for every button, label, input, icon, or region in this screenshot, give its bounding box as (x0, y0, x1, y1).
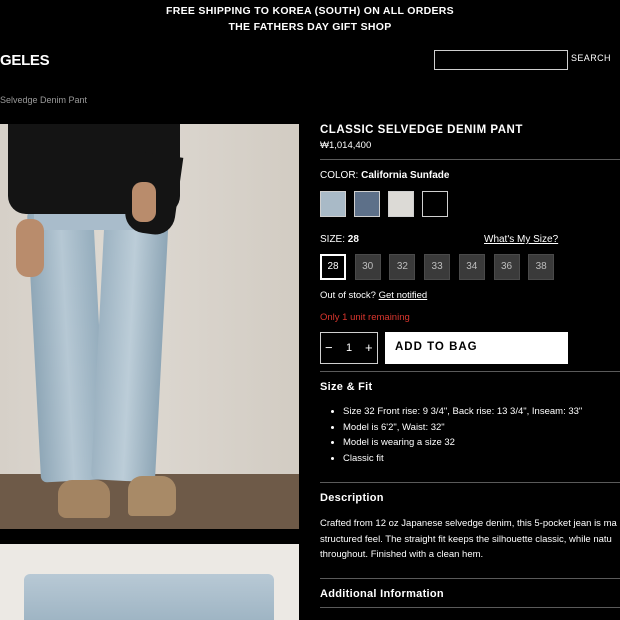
divider (320, 371, 620, 372)
color-swatch[interactable] (422, 191, 448, 217)
size-option-34[interactable]: 34 (458, 254, 485, 280)
quantity-increase-button[interactable]: + (365, 340, 373, 355)
size-guide-link[interactable]: What's My Size? (484, 234, 558, 245)
search-input[interactable] (434, 50, 568, 70)
size-option-32[interactable]: 32 (389, 254, 416, 280)
size-label: SIZE: 28 (320, 234, 359, 245)
size-option-30[interactable]: 30 (354, 254, 381, 280)
description-line: structured feel. The straight fit keeps … (320, 533, 612, 545)
divider (320, 578, 620, 579)
divider (320, 482, 620, 483)
size-fit-heading[interactable]: Size & Fit (320, 381, 373, 393)
breadcrumb[interactable]: Selvedge Denim Pant (0, 95, 87, 105)
size-option-36[interactable]: 36 (493, 254, 520, 280)
color-swatch[interactable] (320, 191, 346, 217)
list-item: Classic fit (343, 451, 582, 467)
jeans-right-leg (90, 207, 170, 483)
out-of-stock-text: Out of stock? (320, 290, 376, 301)
gift-shop-banner-link[interactable]: THE FATHERS DAY GIFT SHOP (0, 21, 620, 33)
folded-jeans (24, 574, 274, 620)
model-hand (16, 219, 44, 277)
search-button[interactable]: SEARCH (571, 53, 611, 63)
color-label: COLOR: California Sunfade (320, 170, 449, 181)
color-swatch[interactable] (388, 191, 414, 217)
add-to-bag-button[interactable]: ADD TO BAG (385, 332, 568, 364)
size-label-text: SIZE: (320, 234, 346, 245)
stock-warning: Only 1 unit remaining (320, 312, 410, 323)
size-option-38[interactable]: 38 (528, 254, 555, 280)
quantity-decrease-button[interactable]: − (325, 340, 333, 355)
description-line: throughout. Finished with a clean hem. (320, 549, 484, 560)
shipping-banner-text[interactable]: FREE SHIPPING TO KOREA (SOUTH) ON ALL OR… (0, 5, 620, 17)
description-text: Crafted from 12 oz Japanese selvedge den… (320, 516, 620, 563)
quantity-stepper: − 1 + (320, 332, 378, 364)
description-line: Crafted from 12 oz Japanese selvedge den… (320, 518, 617, 529)
color-label-text: COLOR: (320, 170, 359, 181)
product-price: ₩1,014,400 (320, 140, 372, 151)
model-hand (132, 182, 156, 222)
size-option-28[interactable]: 28 (320, 254, 346, 280)
description-heading[interactable]: Description (320, 492, 384, 504)
additional-info-heading[interactable]: Additional Information (320, 588, 444, 600)
divider (320, 159, 620, 160)
model-boot (58, 480, 110, 518)
model-boot (128, 476, 176, 516)
selected-size: 28 (347, 234, 359, 245)
quantity-value[interactable]: 1 (346, 342, 352, 354)
size-fit-list: Size 32 Front rise: 9 3/4", Back rise: 1… (320, 404, 582, 466)
list-item: Model is wearing a size 32 (343, 435, 582, 451)
list-item: Size 32 Front rise: 9 3/4", Back rise: 1… (343, 404, 582, 420)
color-swatch[interactable] (354, 191, 380, 217)
product-image-secondary[interactable] (0, 544, 299, 620)
out-of-stock-line: Out of stock? Get notified (320, 290, 427, 301)
divider (320, 607, 620, 608)
list-item: Model is 6'2", Waist: 32" (343, 420, 582, 436)
product-image-main[interactable] (0, 124, 299, 529)
product-title: CLASSIC SELVEDGE DENIM PANT (320, 124, 523, 136)
get-notified-link[interactable]: Get notified (379, 290, 428, 301)
selected-color: California Sunfade (361, 170, 450, 181)
site-logo[interactable]: GELES (0, 52, 50, 69)
size-option-33[interactable]: 33 (424, 254, 451, 280)
